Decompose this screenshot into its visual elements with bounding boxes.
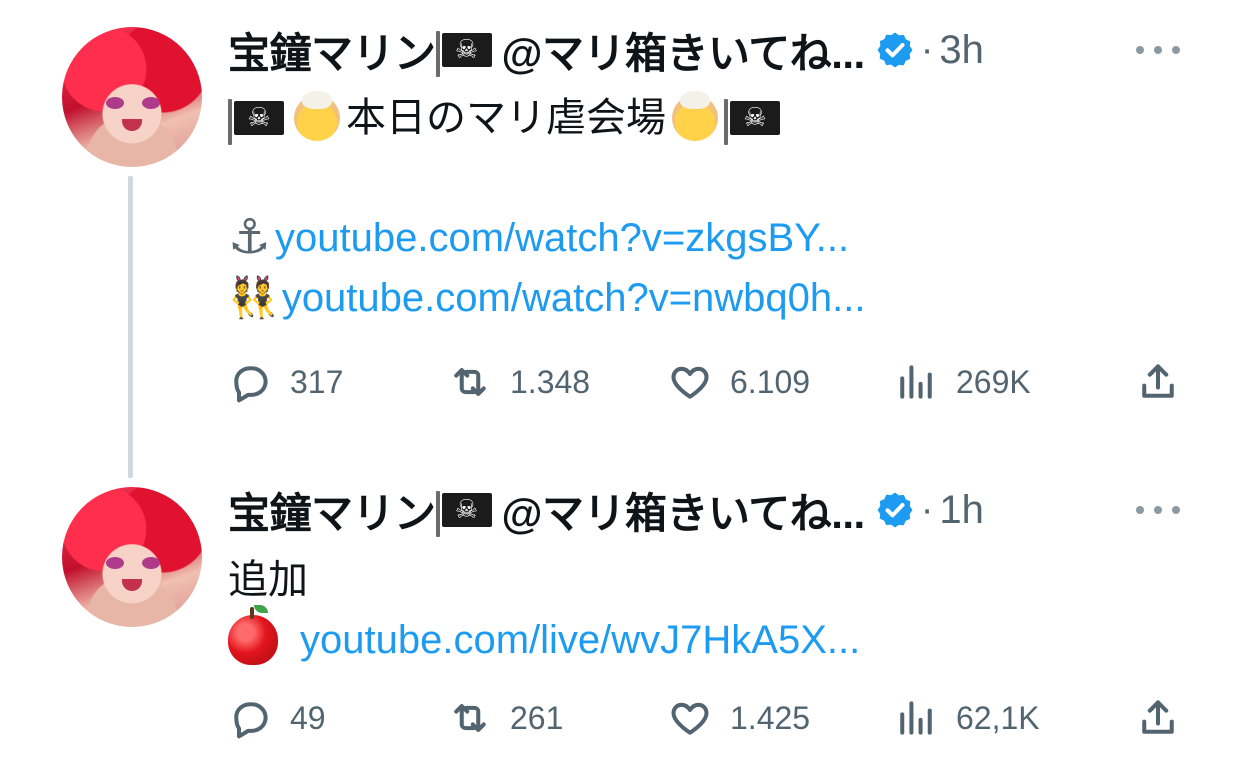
like-button[interactable]: 6.109 [668, 360, 810, 404]
tweet[interactable]: 宝鐘マリン @マリ箱きいてね... · 1h 追加 youtube.com/li… [0, 460, 1242, 763]
reply-count: 49 [290, 699, 326, 736]
tweet-text-line: 本日のマリ虐会場 [228, 88, 866, 148]
views-count: 62,1K [956, 699, 1040, 736]
anchor-emoji-icon: ⚓ [228, 211, 272, 264]
tweet-body: 追加 youtube.com/live/wvJ7HkA5X... [228, 550, 860, 670]
like-count: 1.425 [730, 699, 811, 736]
retweet-button[interactable]: 261 [448, 696, 563, 740]
reply-icon [234, 366, 268, 403]
reply-button[interactable]: 317 [228, 360, 343, 404]
heart-icon [671, 366, 709, 399]
tweet-actions: 49 261 1.425 62,1K [228, 693, 1188, 743]
verified-badge-icon [875, 490, 915, 530]
youtube-link[interactable]: youtube.com/watch?v=zkgsBY... [275, 208, 849, 268]
red-apple-emoji-icon [228, 605, 278, 665]
separator-dot: · [920, 488, 934, 531]
timestamp[interactable]: 1h [939, 488, 984, 533]
older-woman-emoji-icon [672, 91, 718, 141]
like-button[interactable]: 1.425 [668, 696, 810, 740]
retweet-icon [454, 368, 486, 396]
user-handle[interactable]: @マリ箱きいてね... [502, 20, 866, 81]
more-dots-icon[interactable] [1136, 490, 1180, 530]
share-icon [1142, 364, 1174, 398]
views-button[interactable]: 62,1K [894, 696, 1040, 740]
tweet-header: 宝鐘マリン @マリ箱きいてね... · 3h [228, 22, 984, 78]
tweet-text: 追加 [228, 558, 308, 602]
views-icon [900, 701, 932, 735]
share-button[interactable] [1136, 360, 1180, 404]
avatar[interactable] [62, 487, 202, 627]
avatar[interactable] [62, 27, 202, 167]
views-button[interactable]: 269K [894, 360, 1031, 404]
youtube-link[interactable]: youtube.com/live/wvJ7HkA5X... [300, 610, 860, 670]
pirate-flag-icon [724, 99, 780, 145]
timestamp[interactable]: 3h [939, 28, 984, 73]
tweet-actions: 317 1.348 6.109 269K [228, 357, 1188, 407]
share-button[interactable] [1136, 696, 1180, 740]
bunny-dancers-emoji-icon: 👯 [228, 276, 278, 320]
retweet-count: 261 [510, 699, 564, 736]
youtube-link[interactable]: youtube.com/watch?v=nwbq0h... [282, 268, 866, 328]
retweet-button[interactable]: 1.348 [448, 360, 590, 404]
like-count: 6.109 [730, 363, 811, 400]
older-woman-emoji-icon [294, 91, 340, 141]
tweet[interactable]: 宝鐘マリン @マリ箱きいてね... · 3h 本日のマリ虐会場 ⚓ youtub… [0, 0, 1242, 460]
reply-button[interactable]: 49 [228, 696, 326, 740]
user-handle[interactable]: @マリ箱きいてね... [502, 480, 866, 541]
heart-icon [671, 702, 709, 735]
verified-badge-icon [875, 30, 915, 70]
more-dots-icon[interactable] [1136, 30, 1180, 70]
views-count: 269K [956, 363, 1031, 400]
reply-count: 317 [290, 363, 344, 400]
separator-dot: · [920, 28, 934, 71]
pirate-flag-icon [435, 31, 492, 77]
views-icon [900, 365, 932, 399]
reply-icon [234, 702, 268, 739]
pirate-flag-icon [435, 491, 492, 537]
pirate-flag-icon [228, 99, 284, 145]
tweet-body: 本日のマリ虐会場 ⚓ youtube.com/watch?v=zkgsBY...… [228, 88, 866, 328]
retweet-icon [454, 704, 486, 732]
share-icon [1142, 700, 1174, 734]
retweet-count: 1.348 [510, 363, 591, 400]
tweet-text: 本日のマリ虐会場 [346, 96, 666, 140]
display-name[interactable]: 宝鐘マリン [228, 20, 436, 81]
tweet-header: 宝鐘マリン @マリ箱きいてね... · 1h [228, 482, 984, 538]
display-name[interactable]: 宝鐘マリン [228, 480, 436, 541]
